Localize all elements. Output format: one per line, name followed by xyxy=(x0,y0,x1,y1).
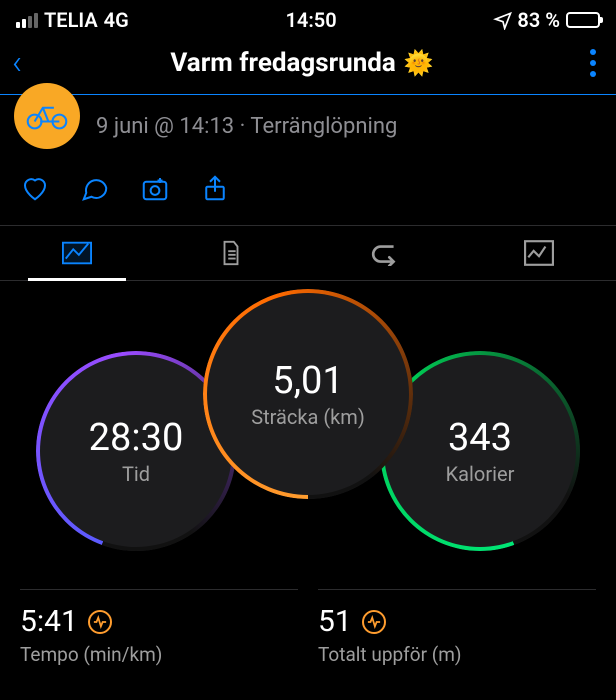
status-bar: TELIA 4G 14:50 83 % xyxy=(0,0,616,36)
battery-icon xyxy=(566,12,600,28)
signal-icon xyxy=(16,13,38,28)
tab-overview[interactable] xyxy=(0,226,154,280)
page-title: Varm fredagsrunda xyxy=(170,48,395,78)
tab-notes[interactable] xyxy=(154,226,308,280)
action-row xyxy=(0,173,616,225)
summary-rings: 28:30 Tid 5,01 Sträcka (km) 343 Kalorier xyxy=(0,289,616,579)
detail-tabs xyxy=(0,225,616,281)
status-right: 83 % xyxy=(493,8,600,32)
time-label: Tid xyxy=(122,462,150,486)
tab-laps[interactable] xyxy=(308,226,462,280)
stats-row: 5:41 Tempo (min/km) 51 Totalt uppför (m) xyxy=(0,579,616,666)
back-button[interactable]: ‹ xyxy=(12,46,22,80)
stat-pace[interactable]: 5:41 Tempo (min/km) xyxy=(20,589,298,666)
ascent-value: 51 xyxy=(318,604,352,639)
pulse-icon xyxy=(362,610,386,634)
battery-pct: 83 % xyxy=(517,8,560,32)
pace-label: Tempo (min/km) xyxy=(20,643,298,666)
bicycle-icon xyxy=(25,94,69,138)
status-time: 14:50 xyxy=(286,8,337,32)
stat-ascent[interactable]: 51 Totalt uppför (m) xyxy=(318,589,596,666)
share-button[interactable] xyxy=(200,173,230,207)
calories-value: 343 xyxy=(448,416,512,460)
network-label: 4G xyxy=(104,8,129,32)
activity-header: 9 juni @ 14:13 · Terränglöpning xyxy=(0,95,616,173)
nav-header: ‹ Varm fredagsrunda 🌞 xyxy=(0,36,616,94)
calories-label: Kalorier xyxy=(446,462,515,486)
carrier-label: TELIA xyxy=(44,8,98,32)
distance-label: Sträcka (km) xyxy=(251,405,365,429)
time-value: 28:30 xyxy=(89,416,184,460)
location-icon xyxy=(493,10,513,30)
like-button[interactable] xyxy=(20,173,50,207)
activity-meta: 9 juni @ 14:13 · Terränglöpning xyxy=(96,114,397,139)
comment-button[interactable] xyxy=(80,173,110,207)
sun-icon: 🌞 xyxy=(404,49,434,77)
status-left: TELIA 4G xyxy=(16,8,129,32)
ring-distance[interactable]: 5,01 Sträcka (km) xyxy=(203,289,413,499)
add-photo-button[interactable] xyxy=(140,173,170,207)
more-button[interactable] xyxy=(582,49,604,77)
distance-value: 5,01 xyxy=(272,359,344,403)
pace-value: 5:41 xyxy=(20,604,78,639)
ascent-label: Totalt uppför (m) xyxy=(318,643,596,666)
pulse-icon xyxy=(88,610,112,634)
tab-charts[interactable] xyxy=(462,226,616,280)
